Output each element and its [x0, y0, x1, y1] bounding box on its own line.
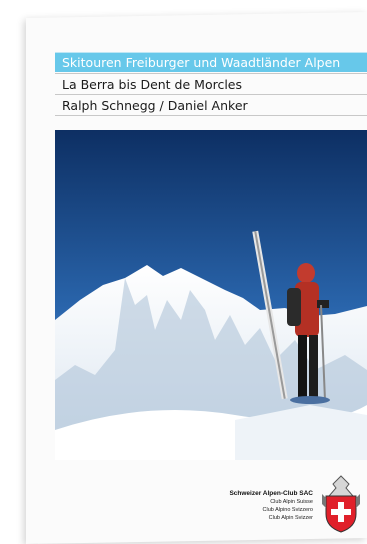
divider [55, 73, 367, 74]
divider [55, 115, 367, 116]
cover-photo [55, 130, 367, 460]
publisher-line: Club Alpin Svizzer [268, 515, 313, 521]
publisher-line: Club Alpino Svizzero [262, 507, 313, 513]
publisher-block: Schweizer Alpen-Club SAC Club Alpin Suis… [229, 490, 313, 522]
book-subtitle: La Berra bis Dent de Morcles [62, 77, 243, 92]
sac-crest-icon [318, 474, 364, 534]
book-authors: Ralph Schnegg / Daniel Anker [62, 98, 248, 113]
publisher-name: Schweizer Alpen-Club SAC [229, 490, 313, 497]
divider [55, 94, 367, 95]
publisher-line: Club Alpin Suisse [270, 499, 313, 505]
book-title: Skitouren Freiburger und Waadtländer Alp… [55, 52, 367, 72]
